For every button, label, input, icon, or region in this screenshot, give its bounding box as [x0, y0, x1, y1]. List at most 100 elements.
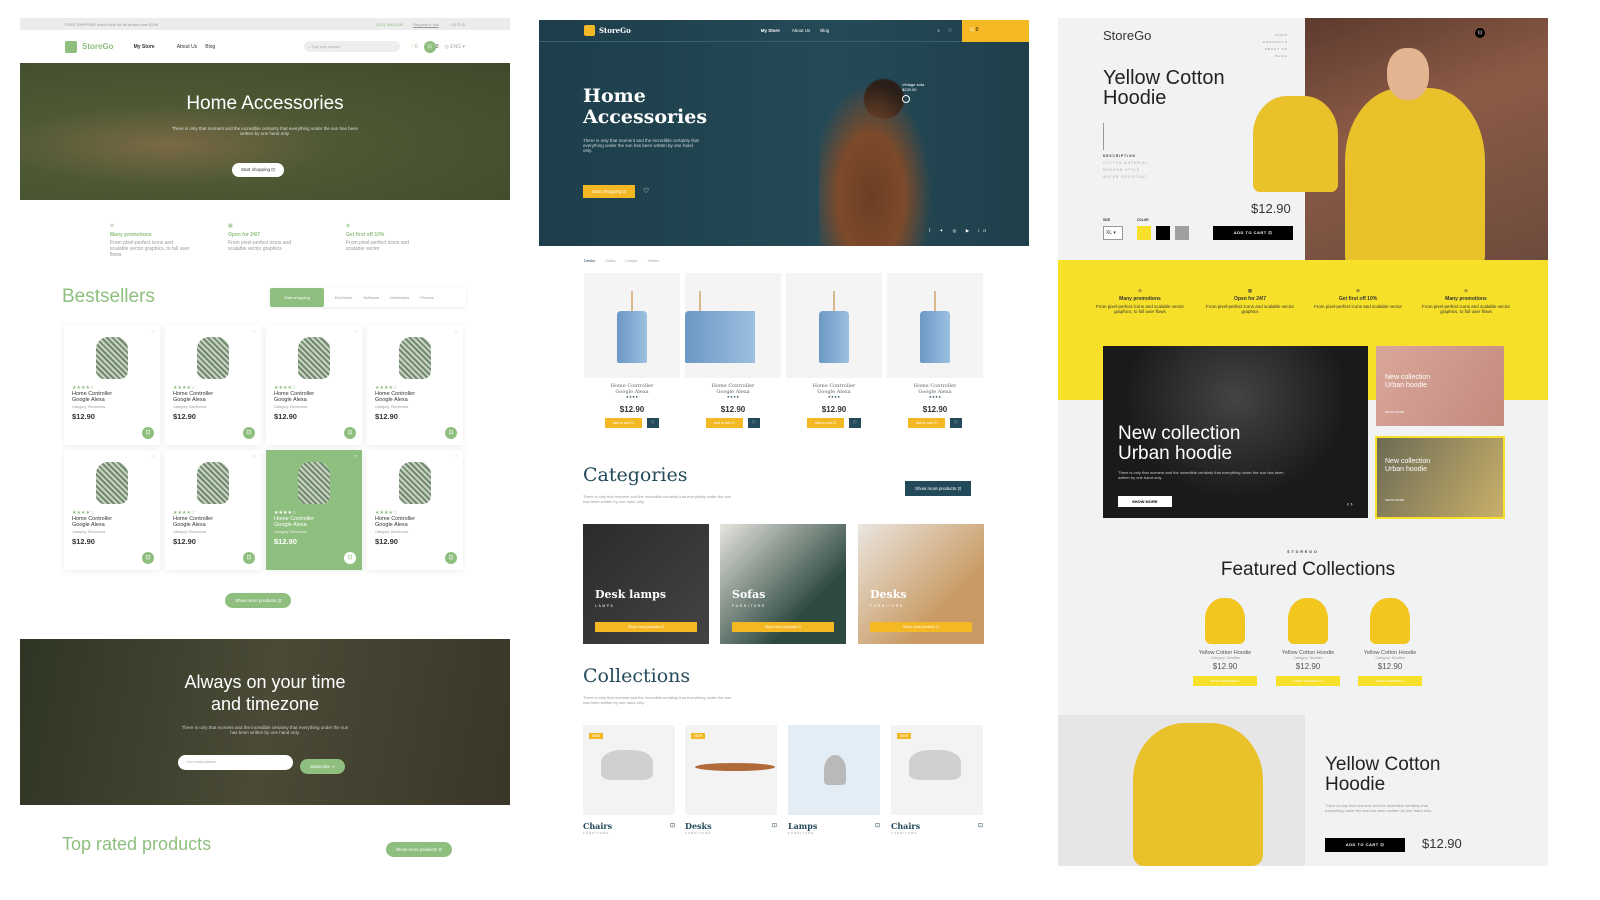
product-card[interactable]: ★★★★☆ Home Controller Google Alexa Category… [165, 450, 261, 570]
tab-phones[interactable]: Phones [420, 295, 434, 300]
search-input[interactable]: ⌕ Type your product... [304, 41, 401, 52]
social-icons[interactable]: f ◎ ℗ ◎ [451, 22, 465, 27]
wishlist-button[interactable]: ♡ [747, 418, 761, 428]
tab-desks[interactable]: Desks [584, 258, 595, 263]
product-card[interactable]: ★★★★☆ Home Controller Google Alexa Category… [266, 450, 362, 570]
start-shopping-button[interactable]: START SHOPPING ⊡ [1193, 676, 1257, 686]
product-card[interactable]: ★★★★☆ Home Controller Google Alexa Category… [367, 450, 463, 570]
nav-my-store[interactable]: My Store [134, 44, 155, 50]
swatch-yellow[interactable] [1137, 226, 1151, 240]
tab-sofas[interactable]: Sofas [605, 258, 615, 263]
wishlist-icon[interactable]: ○ [353, 329, 357, 335]
nav-my-store[interactable]: My Store [761, 28, 780, 33]
featured-product[interactable]: Yellow Cotton Hoodie Category: Hoodies $12… [1190, 598, 1260, 686]
wishlist-icon[interactable]: ○ [252, 454, 256, 460]
tab-tables[interactable]: Tables [647, 258, 659, 263]
add-to-cart-button[interactable]: Add to cart ⊡ [806, 418, 844, 428]
product-card[interactable]: ★★★★☆ Home Controller Google Alexa Category… [64, 450, 160, 570]
wishlist-icon[interactable]: ♡ [948, 28, 952, 34]
bottom-add-to-cart[interactable]: ADD TO CART ⊡ [1325, 838, 1405, 852]
cart-button[interactable]: ⊡ 0 [962, 19, 1029, 42]
nav-blog[interactable]: Blog [820, 28, 829, 33]
category-tile[interactable]: Desk lamps LAMPS Show more products ⊡ [583, 524, 709, 644]
category-show-more-button[interactable]: Show more products ⊡ [595, 622, 697, 632]
cart-icon[interactable]: ⊡ [423, 40, 436, 53]
collection-tile[interactable]: Lamps FURNITURE ⊡ [788, 725, 880, 835]
category-tile[interactable]: Sofas FURNITURE Show more products ⊡ [720, 524, 846, 644]
logo[interactable]: StoreGo [1103, 28, 1151, 43]
product-tag[interactable]: Vintage sofa $220.00 [902, 82, 924, 103]
category-show-more-button[interactable]: Show more products ⊡ [870, 622, 972, 632]
request-call-link[interactable]: Request a call [413, 22, 438, 27]
collection-tile[interactable]: NEW Desks FURNITURE ⊡ [685, 725, 777, 835]
add-to-cart-icon[interactable]: ⊡ [344, 427, 356, 439]
wishlist-icon[interactable]: ○ [454, 329, 458, 335]
top-rated-show-more[interactable]: Show more products ⊡ [386, 842, 453, 857]
size-select[interactable]: XL ▾ [1103, 226, 1123, 240]
menu-products[interactable]: PRODUCTS [1263, 39, 1288, 46]
add-to-cart-button[interactable]: Add to cart ⊡ [705, 418, 743, 428]
product-card[interactable]: Home Controller Google Alexa ★★★★ $12.90 Add… [786, 273, 882, 428]
add-to-cart-icon[interactable]: ⊡ [243, 427, 255, 439]
logo[interactable]: StoreGo [82, 42, 114, 51]
product-card[interactable]: Home Controller Google Alexa ★★★★ $12.90 Add… [584, 273, 680, 428]
menu-about[interactable]: ABOUT US [1263, 46, 1288, 53]
tab-electronic[interactable]: Electronic [335, 295, 353, 300]
categories-show-more[interactable]: Show more products ⊡ [905, 481, 972, 496]
add-to-cart-button[interactable]: Add to cart ⊡ [907, 418, 945, 428]
add-to-cart-icon[interactable]: ⊡ [445, 552, 457, 564]
add-to-cart-icon[interactable]: ⊡ [344, 552, 356, 564]
wishlist-button[interactable]: ♡ [646, 418, 660, 428]
logo[interactable]: StoreGo [599, 26, 631, 35]
start-shopping-button[interactable]: Start shopping ⊡ [232, 163, 285, 177]
tab-notebooks[interactable]: Notebooks [390, 295, 409, 300]
add-to-cart-icon[interactable]: ⊡ [142, 427, 154, 439]
subscribe-button[interactable]: Subscribe ➚ [300, 759, 346, 774]
product-card[interactable]: Home Controller Google Alexa ★★★★ $12.90 Add… [685, 273, 781, 428]
category-tile[interactable]: Desks FURNITURE Show more products ⊡ [858, 524, 984, 644]
wishlist-icon[interactable]: ♡ [643, 188, 649, 195]
product-card[interactable]: Home Controller Google Alexa ★★★★ $12.90 Add… [887, 273, 983, 428]
wishlist-icon[interactable]: ○ [151, 454, 155, 460]
search-icon[interactable]: ⌕ [937, 28, 940, 33]
language-select[interactable]: ◎ ENG ▾ [444, 44, 465, 50]
wishlist-icon[interactable]: ♡0 [410, 44, 417, 50]
tab-software[interactable]: Software [363, 295, 379, 300]
start-shopping-button[interactable]: START SHOPPING ⊡ [1358, 676, 1422, 686]
tab-start-shopping[interactable]: Start shopping [270, 288, 324, 307]
add-to-cart-icon[interactable]: ⊡ [445, 427, 457, 439]
menu-blog[interactable]: BLOG [1263, 53, 1288, 60]
carousel-arrows[interactable]: ‹ › [1347, 502, 1353, 508]
swatch-gray[interactable] [1175, 226, 1189, 240]
product-card[interactable]: ★★★★☆ Home Controller Google Alexa Category… [64, 325, 160, 445]
wishlist-icon[interactable]: ○ [151, 329, 155, 335]
wishlist-button[interactable]: ♡ [949, 418, 963, 428]
featured-product[interactable]: Yellow Cotton Hoodie Category: Hoodies $12… [1273, 598, 1343, 686]
featured-product[interactable]: Yellow Cotton Hoodie Category: Hoodies $12… [1355, 598, 1425, 686]
email-input[interactable]: Your email address [178, 755, 293, 770]
social-icons[interactable]: f ✦ ◎ ▶ in [929, 228, 990, 234]
menu-shop[interactable]: SHOP [1263, 32, 1288, 39]
wishlist-icon[interactable]: ○ [454, 454, 458, 460]
add-to-cart-icon[interactable]: ⊡ [243, 552, 255, 564]
collection-tile-yellow[interactable]: New collection Urban hoodie SHOW MORE [1375, 436, 1505, 519]
cart-icon[interactable]: ⊡ [670, 822, 675, 829]
product-card[interactable]: ★★★★☆ Home Controller Google Alexa Category… [266, 325, 362, 445]
cart-icon[interactable]: ⊡ [875, 822, 880, 829]
start-shopping-button[interactable]: START SHOPPING ⊡ [1276, 676, 1340, 686]
cart-icon[interactable]: ⊡ [1475, 28, 1485, 38]
tab-lamps[interactable]: Lamps [625, 258, 637, 263]
swatch-black[interactable] [1156, 226, 1170, 240]
cart-icon[interactable]: ⊡ [978, 822, 983, 829]
add-to-cart-button[interactable]: Add to cart ⊡ [604, 418, 642, 428]
start-shopping-button[interactable]: Start shopping ⊡ [583, 185, 636, 198]
nav-about[interactable]: About Us [792, 28, 811, 33]
product-card[interactable]: ★★★★☆ Home Controller Google Alexa Category… [165, 325, 261, 445]
add-to-cart-icon[interactable]: ⊡ [142, 552, 154, 564]
collection-tile[interactable]: NEW Chairs FURNITURE ⊡ [583, 725, 675, 835]
show-more-button[interactable]: Show more products ⊡ [225, 593, 292, 608]
category-show-more-button[interactable]: Show more products ⊡ [732, 622, 834, 632]
wishlist-button[interactable]: ♡ [848, 418, 862, 428]
product-card[interactable]: ★★★★☆ Home Controller Google Alexa Category… [367, 325, 463, 445]
add-to-cart-button[interactable]: ADD TO CART ⊡ [1213, 226, 1293, 240]
